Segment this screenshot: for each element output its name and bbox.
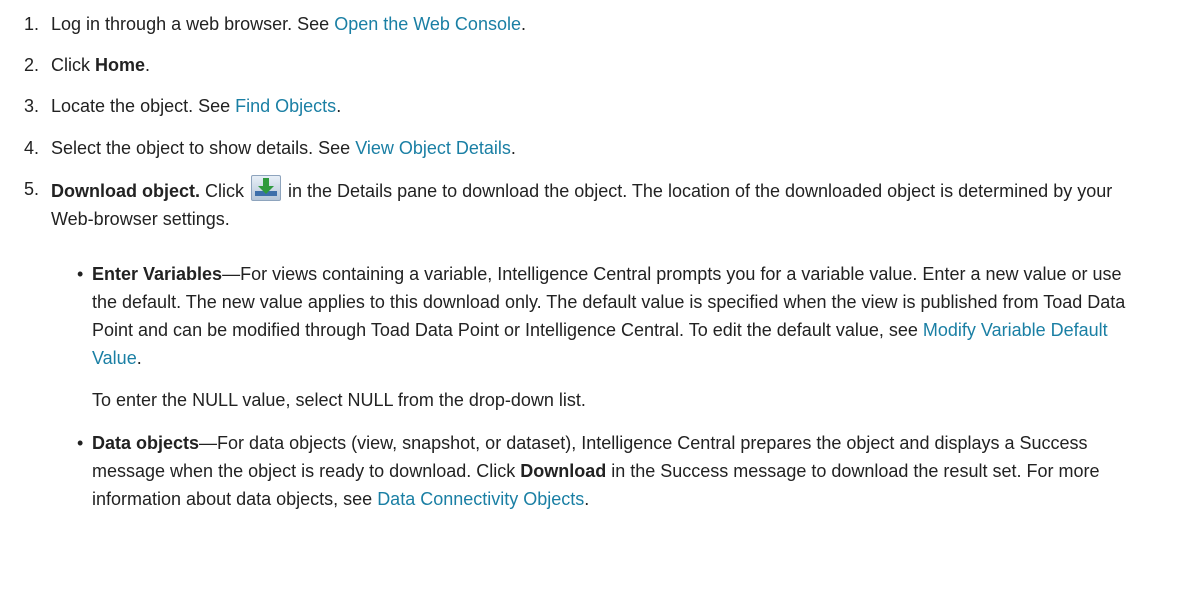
link-find-objects[interactable]: Find Objects — [235, 96, 336, 116]
step-text: Locate the object. See Find Objects. — [51, 92, 1141, 120]
bullet-post: . — [136, 348, 142, 368]
link-data-connectivity-objects[interactable]: Data Connectivity Objects — [377, 489, 584, 509]
link-view-object-details[interactable]: View Object Details — [355, 138, 511, 158]
step-text-post: . — [336, 96, 342, 116]
bullet-text: Enter Variables—For views containing a v… — [92, 260, 1132, 372]
download-label: Download — [520, 461, 607, 481]
instructions-document: 1. Log in through a web browser. See Ope… — [0, 0, 1181, 598]
step-text-pre: Select the object to show details. See — [51, 138, 356, 158]
download-icon — [251, 175, 282, 201]
download-object-label: Download object. — [51, 181, 201, 201]
bullet-dot: • — [77, 433, 84, 453]
bullet-text: Data objects—For data objects (view, sna… — [92, 429, 1132, 513]
step-text-pre: Log in through a web browser. See — [51, 14, 335, 34]
step-text-pre: Click — [200, 181, 250, 201]
home-label: Home — [95, 55, 146, 75]
step-text-pre: Locate the object. See — [51, 96, 236, 116]
step-number: 1. — [24, 14, 40, 34]
data-objects-label: Data objects — [92, 433, 200, 453]
step-number: 5. — [24, 179, 40, 199]
link-open-web-console[interactable]: Open the Web Console — [334, 14, 521, 34]
step-text-post: . — [520, 14, 526, 34]
step-text-pre: Click — [51, 55, 95, 75]
step-text: Click Home. — [51, 51, 1141, 79]
enter-variables-label: Enter Variables — [92, 264, 223, 284]
step-text: Download object. Click in the Details pa… — [51, 175, 1141, 233]
step-text: Select the object to show details. See V… — [51, 134, 1141, 162]
bullet-dot: • — [77, 264, 84, 284]
step-number: 3. — [24, 96, 40, 116]
step-text-post: . — [510, 138, 516, 158]
step-text: Log in through a web browser. See Open t… — [51, 10, 1141, 38]
null-value-note: To enter the NULL value, select NULL fro… — [92, 390, 586, 410]
bullet-post: . — [584, 489, 590, 509]
step-number: 2. — [24, 55, 40, 75]
step-text-post: . — [145, 55, 151, 75]
step-number: 4. — [24, 138, 40, 158]
